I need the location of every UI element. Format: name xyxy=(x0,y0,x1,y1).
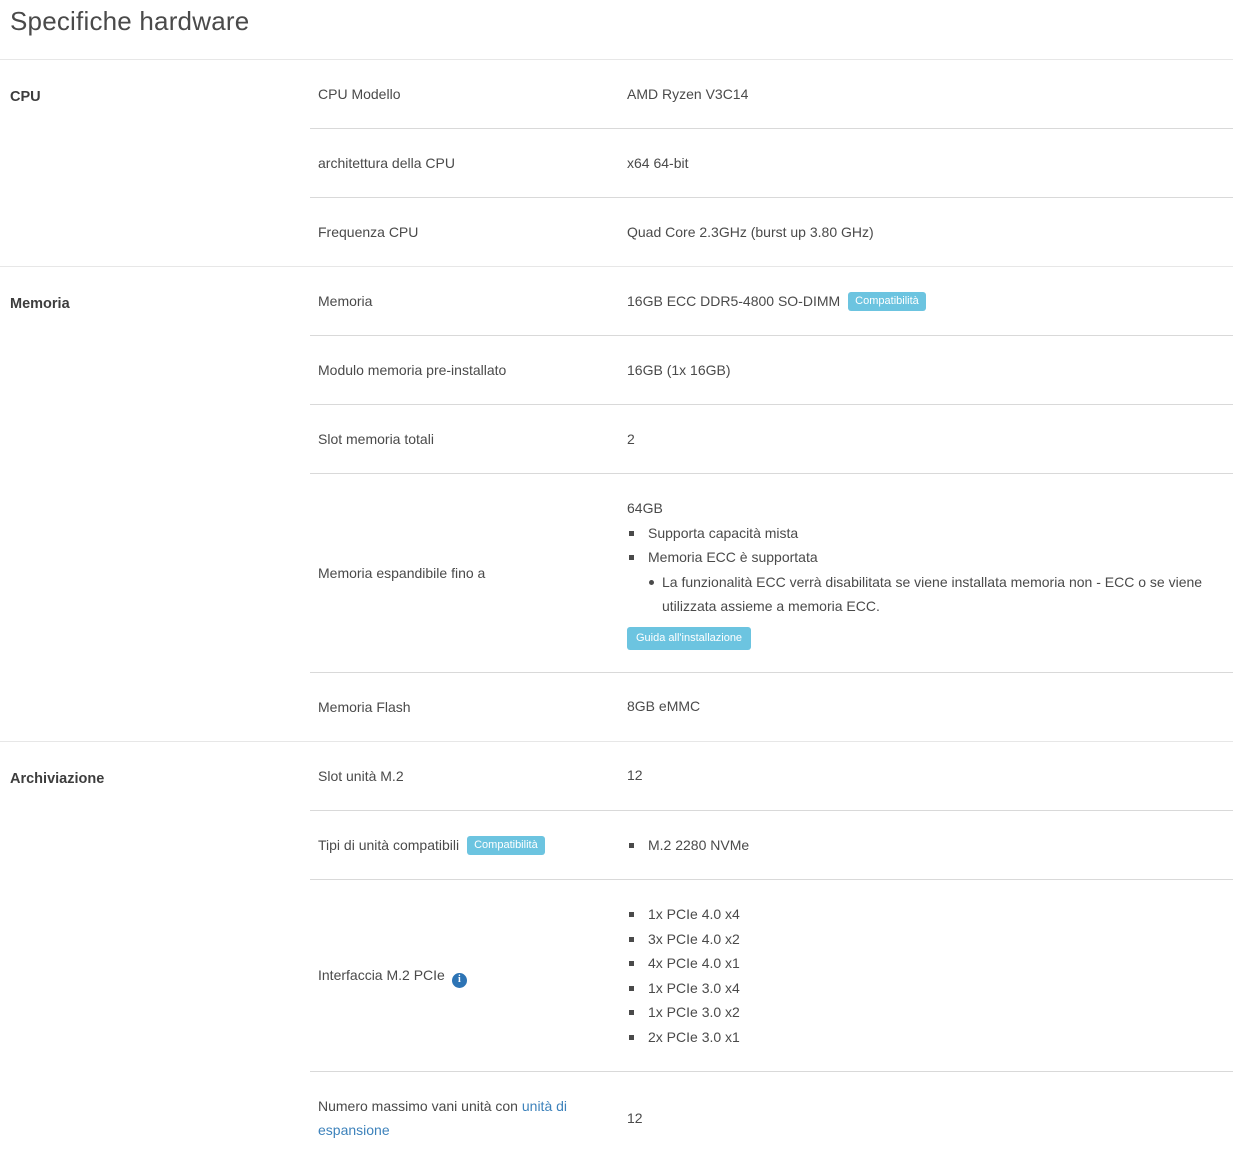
spec-value-cpu-frequency: Quad Core 2.3GHz (burst up 3.80 GHz) xyxy=(627,222,1233,243)
spec-value-compatible-drive-types: M.2 2280 NVMe xyxy=(627,833,1233,858)
section-memory-rows: Memoria 16GB ECC DDR5-4800 SO-DIMM Compat… xyxy=(310,267,1233,741)
spec-label-memory: Memoria xyxy=(310,289,627,313)
spec-label-compatible-drive-types: Tipi di unità compatibili Compatibilità xyxy=(310,833,627,857)
spec-label-max-drive-bays: Numero massimo vani unità con unità di e… xyxy=(310,1094,627,1142)
expandable-memory-max: 64GB xyxy=(627,496,1233,521)
list-item: 1x PCIe 3.0 x2 xyxy=(627,1000,1233,1025)
list-item: 2x PCIe 3.0 x1 xyxy=(627,1025,1233,1050)
section-title-memory: Memoria xyxy=(0,267,310,741)
installation-guide-button[interactable]: Guida all'installazione xyxy=(627,627,751,650)
table-row: Modulo memoria pre-installato 16GB (1x 1… xyxy=(310,335,1233,404)
spec-label-cpu-frequency: Frequenza CPU xyxy=(310,220,627,244)
spec-label-m2-slots: Slot unità M.2 xyxy=(310,764,627,788)
list-item: 4x PCIe 4.0 x1 xyxy=(627,951,1233,976)
table-row: Slot unità M.2 12 xyxy=(310,742,1233,810)
spec-value-max-drive-bays: 12 xyxy=(627,1108,1233,1129)
spec-value-cpu-architecture: x64 64-bit xyxy=(627,153,1233,174)
spec-value-m2-pcie-interface: 1x PCIe 4.0 x4 3x PCIe 4.0 x2 4x PCIe 4.… xyxy=(627,902,1233,1049)
spec-label-preinstalled-module: Modulo memoria pre-installato xyxy=(310,358,627,382)
m2-pcie-interface-text: Interfaccia M.2 PCIe xyxy=(318,967,445,983)
expandable-memory-bullets: Supporta capacità mista Memoria ECC è su… xyxy=(627,521,1233,570)
spec-label-expandable-memory: Memoria espandibile fino a xyxy=(310,561,627,585)
spec-value-memory: 16GB ECC DDR5-4800 SO-DIMM Compatibilità xyxy=(627,291,1233,312)
spec-label-flash-memory: Memoria Flash xyxy=(310,695,627,719)
section-title-storage: Archiviazione xyxy=(0,742,310,1164)
table-row: architettura della CPU x64 64-bit xyxy=(310,128,1233,197)
table-row: Interfaccia M.2 PCIe i 1x PCIe 4.0 x4 3x … xyxy=(310,879,1233,1071)
compatible-drive-types-list: M.2 2280 NVMe xyxy=(627,833,1233,858)
list-item: Memoria ECC è supportata xyxy=(627,545,1233,570)
max-drive-bays-text: Numero massimo vani unità con xyxy=(318,1098,522,1114)
list-item: 1x PCIe 4.0 x4 xyxy=(627,902,1233,927)
section-title-cpu: CPU xyxy=(0,60,310,266)
section-cpu-rows: CPU Modello AMD Ryzen V3C14 architettura… xyxy=(310,60,1233,266)
table-row: Numero massimo vani unità con unità di e… xyxy=(310,1071,1233,1164)
page-title: Specifiche hardware xyxy=(0,0,1233,60)
m2-pcie-interface-list: 1x PCIe 4.0 x4 3x PCIe 4.0 x2 4x PCIe 4.… xyxy=(627,902,1233,1049)
table-row: Tipi di unità compatibili Compatibilità M… xyxy=(310,810,1233,880)
spec-value-expandable-memory: 64GB Supporta capacità mista Memoria ECC… xyxy=(627,496,1233,650)
spec-value-cpu-model: AMD Ryzen V3C14 xyxy=(627,84,1233,105)
table-row: Slot memoria totali 2 xyxy=(310,404,1233,473)
section-memory: Memoria Memoria 16GB ECC DDR5-4800 SO-DI… xyxy=(0,266,1233,741)
compatibility-badge[interactable]: Compatibilità xyxy=(467,836,545,855)
spec-value-preinstalled-module: 16GB (1x 16GB) xyxy=(627,360,1233,381)
spec-value-memory-slots: 2 xyxy=(627,429,1233,450)
spec-value-m2-slots: 12 xyxy=(627,765,1233,786)
info-icon[interactable]: i xyxy=(452,973,467,988)
spec-value-flash-memory: 8GB eMMC xyxy=(627,696,1233,717)
list-item: Supporta capacità mista xyxy=(627,521,1233,546)
table-row: Memoria espandibile fino a 64GB Supporta… xyxy=(310,473,1233,672)
section-storage-rows: Slot unità M.2 12 Tipi di unità compatib… xyxy=(310,742,1233,1164)
table-row: Memoria 16GB ECC DDR5-4800 SO-DIMM Compat… xyxy=(310,267,1233,335)
expandable-memory-sub-bullets: La funzionalità ECC verrà disabilitata s… xyxy=(627,570,1233,619)
list-item: 3x PCIe 4.0 x2 xyxy=(627,927,1233,952)
list-item: 1x PCIe 3.0 x4 xyxy=(627,976,1233,1001)
compatibility-badge[interactable]: Compatibilità xyxy=(848,292,926,311)
memory-value-text: 16GB ECC DDR5-4800 SO-DIMM xyxy=(627,293,840,309)
list-item: M.2 2280 NVMe xyxy=(627,833,1233,858)
hardware-specs-page: Specifiche hardware CPU CPU Modello AMD … xyxy=(0,0,1252,1164)
section-cpu: CPU CPU Modello AMD Ryzen V3C14 architet… xyxy=(0,60,1233,266)
section-storage: Archiviazione Slot unità M.2 12 Tipi di … xyxy=(0,741,1233,1164)
list-item: La funzionalità ECC verrà disabilitata s… xyxy=(627,570,1207,619)
table-row: CPU Modello AMD Ryzen V3C14 xyxy=(310,60,1233,128)
table-row: Frequenza CPU Quad Core 2.3GHz (burst up… xyxy=(310,197,1233,266)
compatible-drive-types-text: Tipi di unità compatibili xyxy=(318,837,459,853)
spec-label-cpu-model: CPU Modello xyxy=(310,82,627,106)
spec-label-m2-pcie-interface: Interfaccia M.2 PCIe i xyxy=(310,963,627,988)
table-row: Memoria Flash 8GB eMMC xyxy=(310,672,1233,741)
spec-label-cpu-architecture: architettura della CPU xyxy=(310,151,627,175)
spec-label-memory-slots: Slot memoria totali xyxy=(310,427,627,451)
